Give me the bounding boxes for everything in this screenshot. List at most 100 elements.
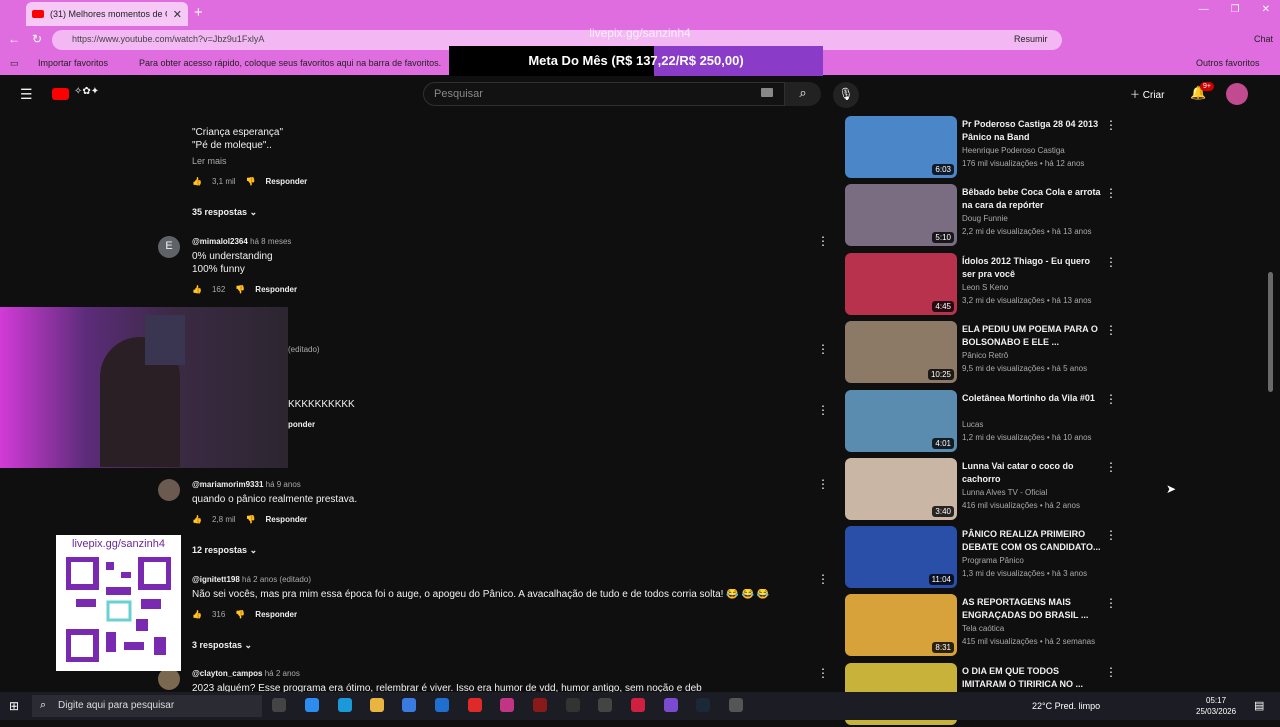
adobe-icon[interactable] [631,698,645,712]
sidebar-toggle-icon[interactable]: ▭ [10,58,19,69]
video-thumbnail[interactable]: 5:10 [845,184,957,246]
reply-button[interactable]: Responder [266,177,308,186]
video-thumbnail[interactable]: 8:31 [845,594,957,656]
more-options-icon[interactable]: ⋮ [1105,323,1117,337]
import-favorites-link[interactable]: Importar favoritos [38,58,108,68]
more-options-icon[interactable]: ⋮ [817,403,829,417]
replies-toggle[interactable]: 3 respostas ⌄ [192,640,252,651]
more-options-icon[interactable]: ⋮ [817,666,829,680]
more-options-icon[interactable]: ⋮ [817,572,829,586]
like-icon[interactable]: 👍 [192,515,202,524]
discord-icon[interactable] [664,698,678,712]
comment-author[interactable]: @mariamorim9331 [192,480,263,489]
video-title[interactable]: O DIA EM QUE TODOS IMITARAM O TIRIRICA N… [962,665,1102,691]
youtube-app-icon[interactable] [468,698,482,712]
comment-author[interactable]: @ignitett198 [192,575,240,584]
outlook-icon[interactable] [435,698,449,712]
video-channel[interactable]: Heenrique Poderoso Castiga [962,146,1065,155]
youtube-logo-icon[interactable] [52,88,69,100]
video-card[interactable]: 8:31 AS REPORTAGENS MAIS ENGRAÇADAS DO BR… [845,594,1117,658]
criar-button[interactable]: ＋ Criar [1130,86,1164,101]
reply-button[interactable]: ponder [288,420,315,429]
app-icon[interactable] [533,698,547,712]
close-window-icon[interactable]: ✕ [1262,4,1270,15]
search-button[interactable]: ⌕ [785,82,821,106]
refresh-icon[interactable]: ↻ [32,32,42,46]
obs-icon[interactable] [598,698,612,712]
replies-toggle[interactable]: 12 respostas ⌄ [192,545,257,556]
video-card[interactable]: 4:45 Ídolos 2012 Thiago - Eu quero ser pr… [845,253,1117,317]
dislike-icon[interactable]: 👎 [246,177,256,186]
video-channel[interactable]: Programa Pânico [962,556,1024,565]
dislike-icon[interactable]: 👎 [235,285,245,294]
reply-button[interactable]: Responder [255,610,297,619]
video-thumbnail[interactable]: 10:25 [845,321,957,383]
dislike-icon[interactable]: 👎 [246,515,256,524]
video-title[interactable]: Pr Poderoso Castiga 28 04 2013 Pânico na… [962,118,1102,144]
mic-icon[interactable]: 🎙 [833,82,859,108]
app-icon[interactable] [729,698,743,712]
video-thumbnail[interactable]: 4:01 [845,390,957,452]
weather-widget[interactable]: 22°C Pred. limpo [1032,701,1100,711]
taskbar-search-input[interactable]: Digite aqui para pesquisar [32,695,262,717]
other-favorites-link[interactable]: Outros favoritos [1196,58,1260,68]
video-thumbnail[interactable]: 4:45 [845,253,957,315]
comment-author[interactable]: @mimalol2364 [192,237,248,246]
video-title[interactable]: Ídolos 2012 Thiago - Eu quero ser pra vo… [962,255,1102,281]
video-thumbnail[interactable]: 6:03 [845,116,957,178]
avatar[interactable] [158,668,180,690]
more-options-icon[interactable]: ⋮ [817,342,829,356]
steam-icon[interactable] [696,698,710,712]
video-title[interactable]: Lunna Vai catar o coco do cachorro [962,460,1102,486]
more-options-icon[interactable]: ⋮ [1105,118,1117,132]
like-icon[interactable]: 👍 [192,285,202,294]
video-channel[interactable]: Tela caótica [962,624,1004,633]
windows-start-icon[interactable]: ⊞ [9,699,19,713]
resumir-button[interactable]: Resumir [1014,34,1048,44]
file-explorer-icon[interactable] [370,698,384,712]
replies-toggle[interactable]: 35 respostas ⌄ [192,207,257,218]
video-title[interactable]: AS REPORTAGENS MAIS ENGRAÇADAS DO BRASIL… [962,596,1102,622]
avatar[interactable] [1226,83,1248,105]
video-channel[interactable]: Doug Funnie [962,214,1008,223]
copilot-icon[interactable] [305,698,319,712]
notifications-center-icon[interactable]: ▤ [1254,699,1264,712]
video-title[interactable]: PÂNICO REALIZA PRIMEIRO DEBATE COM OS CA… [962,528,1102,554]
video-thumbnail[interactable]: 3:40 [845,458,957,520]
like-icon[interactable]: 👍 [192,610,202,619]
chrome-icon[interactable] [566,698,580,712]
more-options-icon[interactable]: ⋮ [1105,460,1117,474]
video-title[interactable]: Coletânea Mortinho da Vila #01 [962,392,1102,405]
video-card[interactable]: 10:25 ELA PEDIU UM POEMA PARA O BOLSONABO… [845,321,1117,385]
close-tab-icon[interactable]: ✕ [173,8,182,21]
video-card[interactable]: 5:10 Bêbado bebe Coca Cola e arrota na ca… [845,184,1117,248]
video-channel[interactable]: Lunna Alves TV - Oficial [962,488,1047,497]
video-title[interactable]: Bêbado bebe Coca Cola e arrota na cara d… [962,186,1102,212]
video-card[interactable]: 11:04 PÂNICO REALIZA PRIMEIRO DEBATE COM … [845,526,1117,590]
more-options-icon[interactable]: ⋮ [1105,392,1117,406]
browser-tab[interactable]: (31) Melhores momentos de Gabi ✕ [26,2,188,26]
video-channel[interactable]: Lucas [962,420,983,429]
more-options-icon[interactable]: ⋮ [1105,255,1117,269]
dislike-icon[interactable]: 👎 [235,610,245,619]
page-scrollbar[interactable] [1268,272,1273,392]
video-channel[interactable]: Pânico Retrô [962,351,1008,360]
search-input[interactable]: Pesquisar [423,82,785,106]
video-title[interactable]: ELA PEDIU UM POEMA PARA O BOLSONABO E EL… [962,323,1102,349]
back-icon[interactable]: ← [8,32,20,46]
store-icon[interactable] [402,698,416,712]
video-card[interactable]: 3:40 Lunna Vai catar o coco do cachorro Lu… [845,458,1117,522]
comment-author[interactable]: @clayton_campos [192,669,263,678]
menu-icon[interactable]: ☰ [20,86,33,103]
like-icon[interactable]: 👍 [192,177,202,186]
keyboard-icon[interactable] [761,88,773,97]
video-thumbnail[interactable]: 11:04 [845,526,957,588]
more-options-icon[interactable]: ⋮ [1105,186,1117,200]
more-options-icon[interactable]: ⋮ [1105,596,1117,610]
more-options-icon[interactable]: ⋮ [817,477,829,491]
more-options-icon[interactable]: ⋮ [817,234,829,248]
maximize-icon[interactable]: ❐ [1231,4,1240,15]
video-channel[interactable]: Leon S Keno [962,283,1008,292]
new-tab-button[interactable]: + [194,4,203,21]
more-options-icon[interactable]: ⋮ [1105,665,1117,679]
